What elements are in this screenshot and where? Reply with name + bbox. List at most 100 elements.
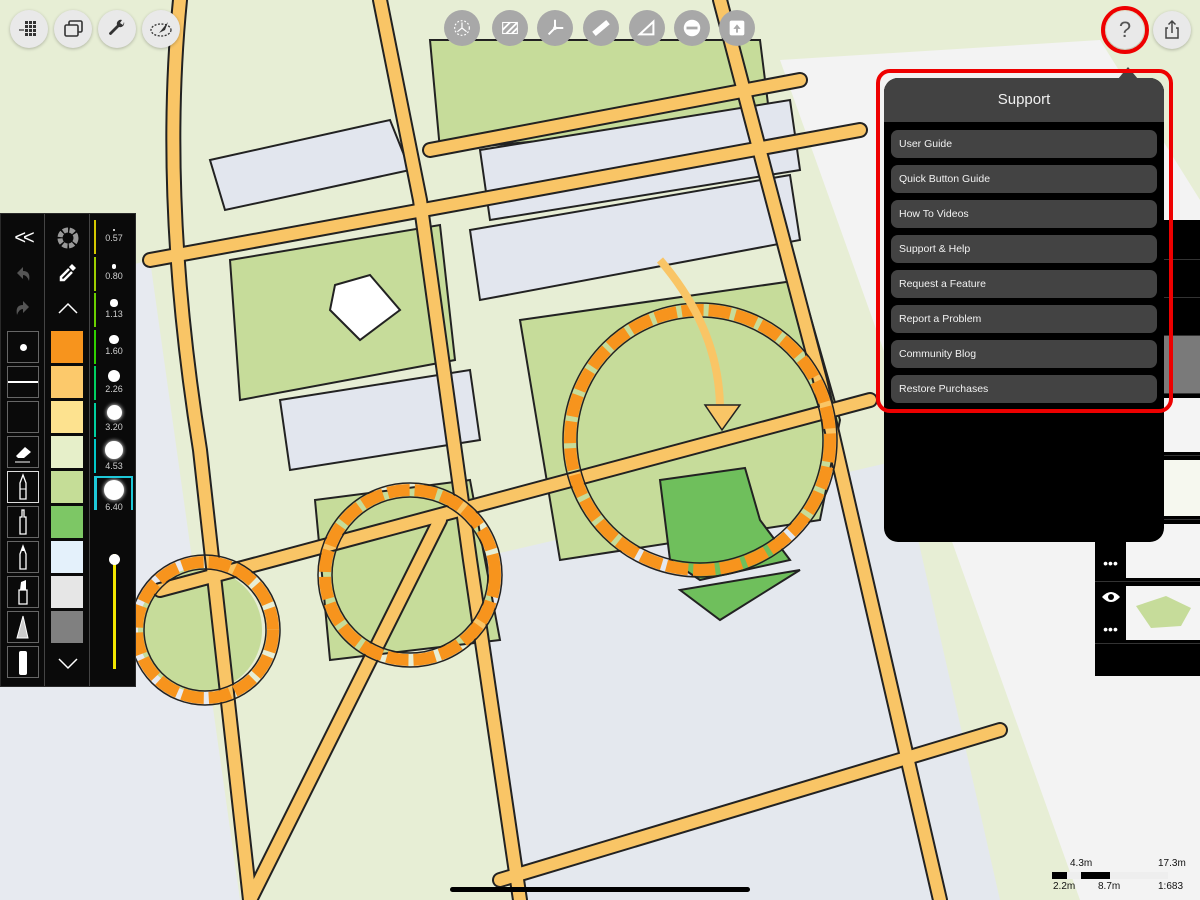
lasso-select-button[interactable]	[142, 10, 180, 48]
line-tool[interactable]	[7, 366, 39, 398]
color-swatch[interactable]	[51, 576, 83, 608]
scale-segment	[1081, 872, 1110, 879]
ellipse-guide-button[interactable]	[674, 10, 710, 46]
menu-item-support-help[interactable]: Support & Help	[891, 235, 1157, 263]
layer-row[interactable]: •••	[1095, 582, 1200, 644]
collapse-palette-button[interactable]: <<	[7, 224, 39, 252]
fineliner-tool[interactable]	[7, 506, 39, 538]
brush-size-option[interactable]: 1.60	[95, 330, 133, 366]
chisel-tool[interactable]	[7, 646, 39, 678]
transform-guide-icon	[454, 20, 470, 36]
brush-size-dot	[105, 441, 123, 459]
eyedropper-button[interactable]	[52, 258, 84, 286]
help-button[interactable]: ?	[1106, 11, 1144, 49]
share-icon	[1165, 19, 1179, 39]
transform-guide-button[interactable]	[444, 10, 480, 46]
wrench-icon	[109, 19, 125, 35]
share-button[interactable]	[1153, 11, 1191, 49]
menu-item-report-problem[interactable]: Report a Problem	[891, 305, 1157, 333]
pen-tool[interactable]	[7, 471, 39, 503]
dot-brush-tool[interactable]	[7, 331, 39, 363]
perspective-guide-icon	[547, 19, 564, 36]
gallery-button[interactable]	[10, 10, 48, 48]
eye-icon	[1101, 592, 1120, 602]
home-indicator[interactable]	[450, 887, 750, 892]
menu-item-community-blog[interactable]: Community Blog	[891, 340, 1157, 368]
brush-size-option[interactable]: 1.13	[95, 293, 133, 329]
fill-tool[interactable]	[7, 401, 39, 433]
layers-stack-button[interactable]	[54, 10, 92, 48]
opacity-slider-knob[interactable]	[109, 554, 120, 565]
redo-button[interactable]	[7, 294, 39, 322]
brush-size-dot	[107, 369, 121, 383]
scale-label: 2.2m	[1053, 881, 1076, 892]
brush-palette: << 0.57 0.80 1.13 1.60 2.26 3.20 4.53 6.…	[0, 213, 136, 687]
color-column	[46, 214, 90, 686]
tool-column: <<	[1, 214, 45, 686]
hatch-fill-icon	[502, 21, 518, 35]
brush-size-label: 3.20	[105, 422, 123, 432]
color-swatch[interactable]	[51, 331, 83, 363]
gallery-icon	[19, 21, 36, 36]
color-swatch[interactable]	[51, 611, 83, 643]
scroll-colors-up-button[interactable]	[52, 294, 84, 322]
image-import-button[interactable]	[719, 10, 755, 46]
scale-segment	[1067, 872, 1081, 879]
color-swatch[interactable]	[51, 471, 83, 503]
chisel-icon	[19, 651, 27, 675]
brush-size-label: 1.60	[105, 346, 123, 357]
opacity-slider-track	[113, 554, 116, 669]
settings-button[interactable]	[98, 10, 136, 48]
color-swatch[interactable]	[51, 436, 83, 468]
chevron-up-icon	[58, 302, 78, 314]
ruler-button[interactable]	[583, 10, 619, 46]
scroll-colors-down-button[interactable]	[52, 650, 84, 678]
layer-options-button[interactable]: •••	[1095, 614, 1126, 644]
scale-ratio: 1:683	[1158, 881, 1184, 892]
color-swatch[interactable]	[51, 401, 83, 433]
menu-item-quick-button-guide[interactable]: Quick Button Guide	[891, 165, 1157, 193]
opacity-slider[interactable]	[109, 554, 120, 669]
layer-visibility-button[interactable]	[1095, 582, 1126, 612]
color-swatch[interactable]	[51, 366, 83, 398]
brush-size-option[interactable]: 6.40	[95, 475, 133, 510]
line-icon	[8, 381, 38, 383]
brush-size-label: 0.80	[105, 270, 123, 281]
brush-size-option[interactable]: 3.20	[95, 403, 133, 439]
menu-item-restore-purchases[interactable]: Restore Purchases	[891, 375, 1157, 403]
perspective-guide-button[interactable]	[537, 10, 573, 46]
undo-icon	[17, 267, 30, 281]
fineliner-icon	[19, 509, 27, 535]
brush-size-label: 2.26	[105, 384, 123, 395]
hatch-fill-button[interactable]	[492, 10, 528, 46]
layer-options-button[interactable]: •••	[1095, 548, 1126, 578]
pencil-tool[interactable]	[7, 611, 39, 643]
image-import-icon	[729, 20, 745, 36]
color-swatch[interactable]	[51, 541, 83, 573]
set-square-button[interactable]	[629, 10, 665, 46]
set-square-icon	[637, 19, 655, 36]
marker-tool[interactable]	[7, 541, 39, 573]
brush-size-option[interactable]: 4.53	[95, 439, 133, 475]
eyedropper-icon	[59, 264, 76, 282]
brush-size-option[interactable]: 0.57	[95, 220, 133, 256]
menu-item-request-feature[interactable]: Request a Feature	[891, 270, 1157, 298]
menu-item-user-guide[interactable]: User Guide	[891, 130, 1157, 158]
chevron-down-icon	[58, 658, 78, 670]
brush-size-option[interactable]: 2.26	[95, 366, 133, 402]
scale-label: 8.7m	[1098, 881, 1121, 892]
color-swatch[interactable]	[51, 506, 83, 538]
brush-size-option[interactable]: 0.80	[95, 257, 133, 293]
pencil-icon	[16, 615, 29, 639]
eraser-tool[interactable]	[7, 436, 39, 468]
undo-button[interactable]	[7, 260, 39, 288]
marker-icon	[19, 544, 27, 570]
support-popover: Support User Guide Quick Button Guide Ho…	[884, 78, 1164, 542]
brush-size-dot	[106, 405, 122, 420]
brush-size-dot	[110, 299, 118, 307]
color-wheel-button[interactable]	[52, 224, 84, 252]
eraser-icon	[15, 447, 31, 463]
scale-segment	[1052, 872, 1067, 879]
highlighter-tool[interactable]	[7, 576, 39, 608]
menu-item-how-to-videos[interactable]: How To Videos	[891, 200, 1157, 228]
